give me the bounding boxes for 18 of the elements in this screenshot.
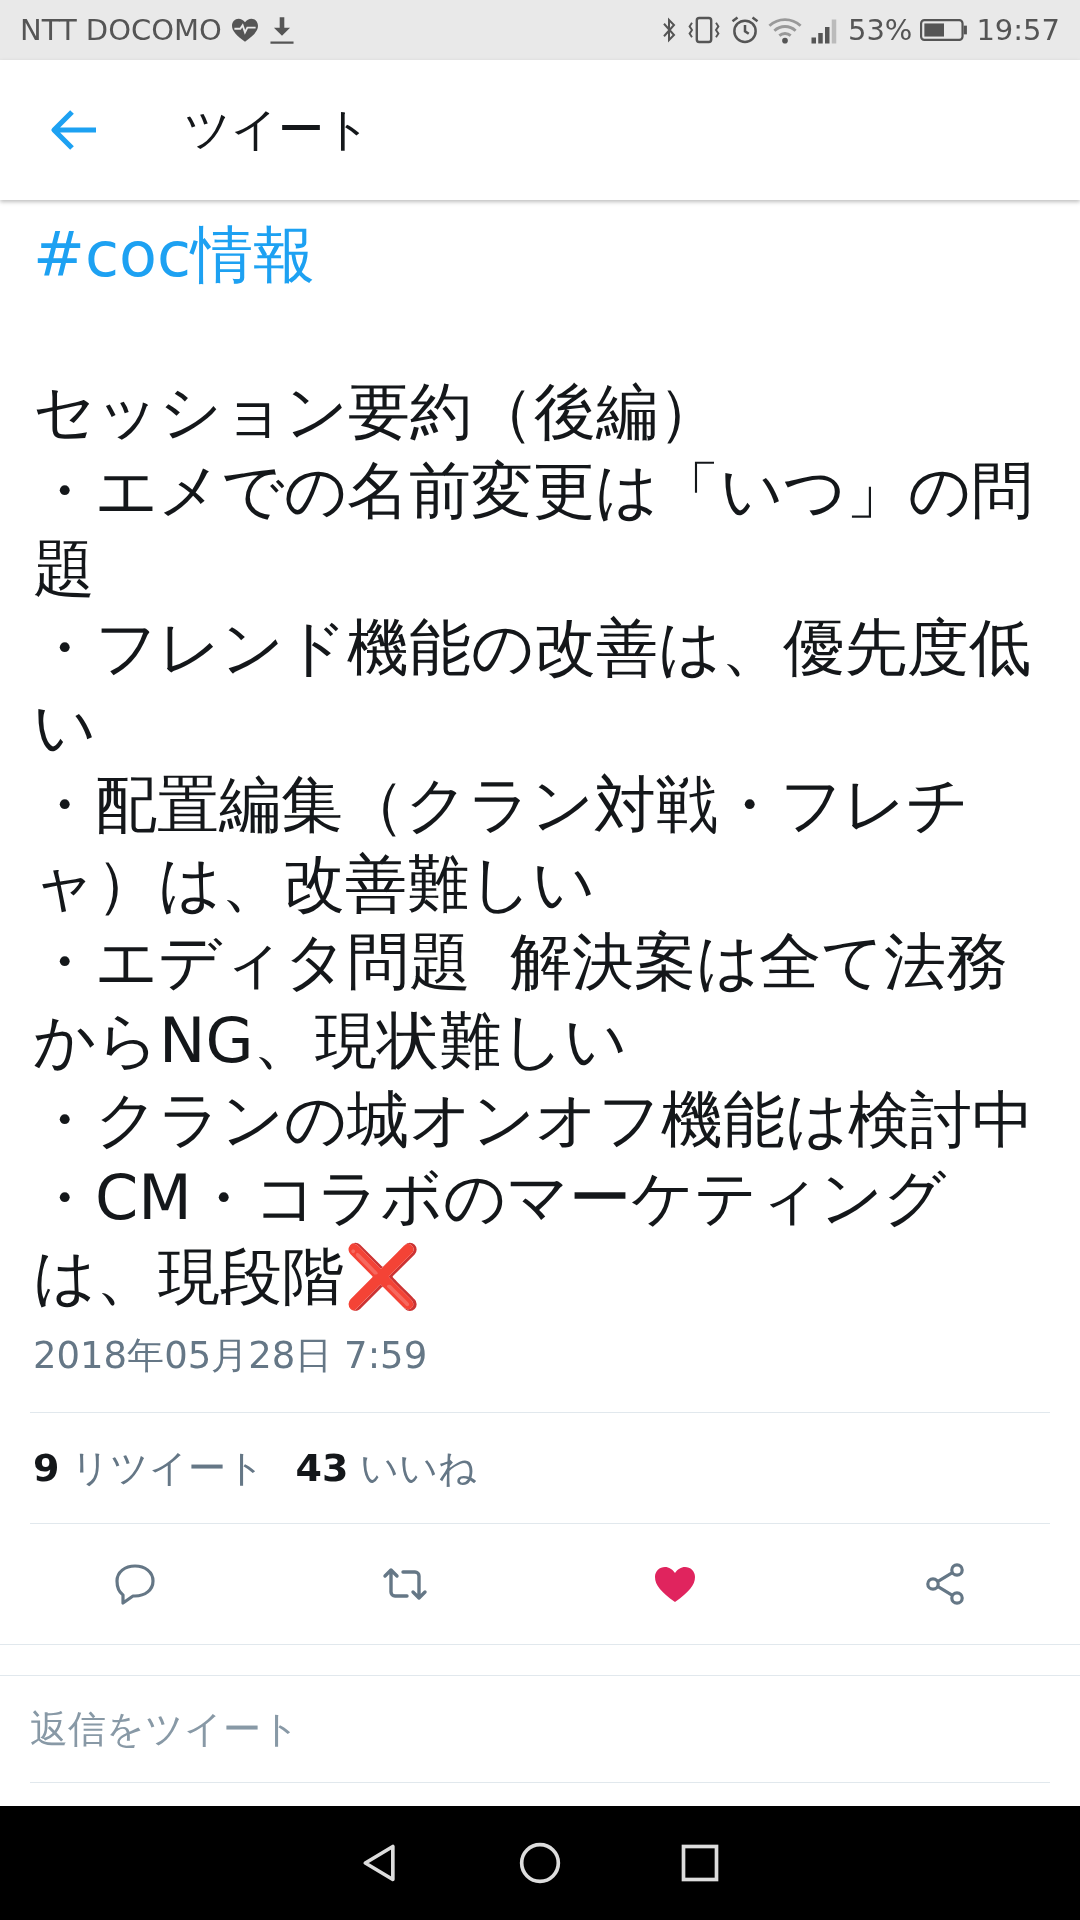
stat-count[interactable]: 9	[33, 1445, 60, 1490]
clock-time: 19:57	[976, 13, 1060, 47]
tweet-date: 2018年05月28日 7:59	[32, 1333, 429, 1380]
screen-title: ツイート	[184, 101, 371, 158]
battery-percent: 53%	[847, 13, 913, 47]
tweet-text-line: ・フレンド機能の改善は、優先度低い	[33, 609, 1032, 765]
stat-count[interactable]: 43	[295, 1445, 349, 1490]
tweet-text-line: セッション要約（後編）	[33, 374, 721, 451]
reply-field[interactable]: 返信をツイート	[30, 1676, 1050, 1783]
stat-label[interactable]: いいね	[360, 1442, 478, 1494]
stat-label[interactable]: リツイート	[71, 1442, 266, 1494]
tweet-text-line: ・配置編集（クラン対戦・フレチャ）は、改善難しい	[33, 767, 970, 922]
tweet-text-line: ・CM・コラボのマーケティングは、現段階❌	[33, 1160, 947, 1315]
hashtag-link[interactable]: #coc情報	[33, 216, 1060, 295]
tweet-text-line: ・エメでの名前変更は「いつ」の問題	[33, 452, 1034, 608]
tweet-text-line: ・エディタ問題 解決案は全て法務からNG、現状難しい	[33, 924, 1010, 1079]
tweet-text-line: ・クランの城オンオフ機能は検討中	[33, 1081, 1035, 1158]
carrier-name: NTT DOCOMO	[20, 13, 222, 47]
